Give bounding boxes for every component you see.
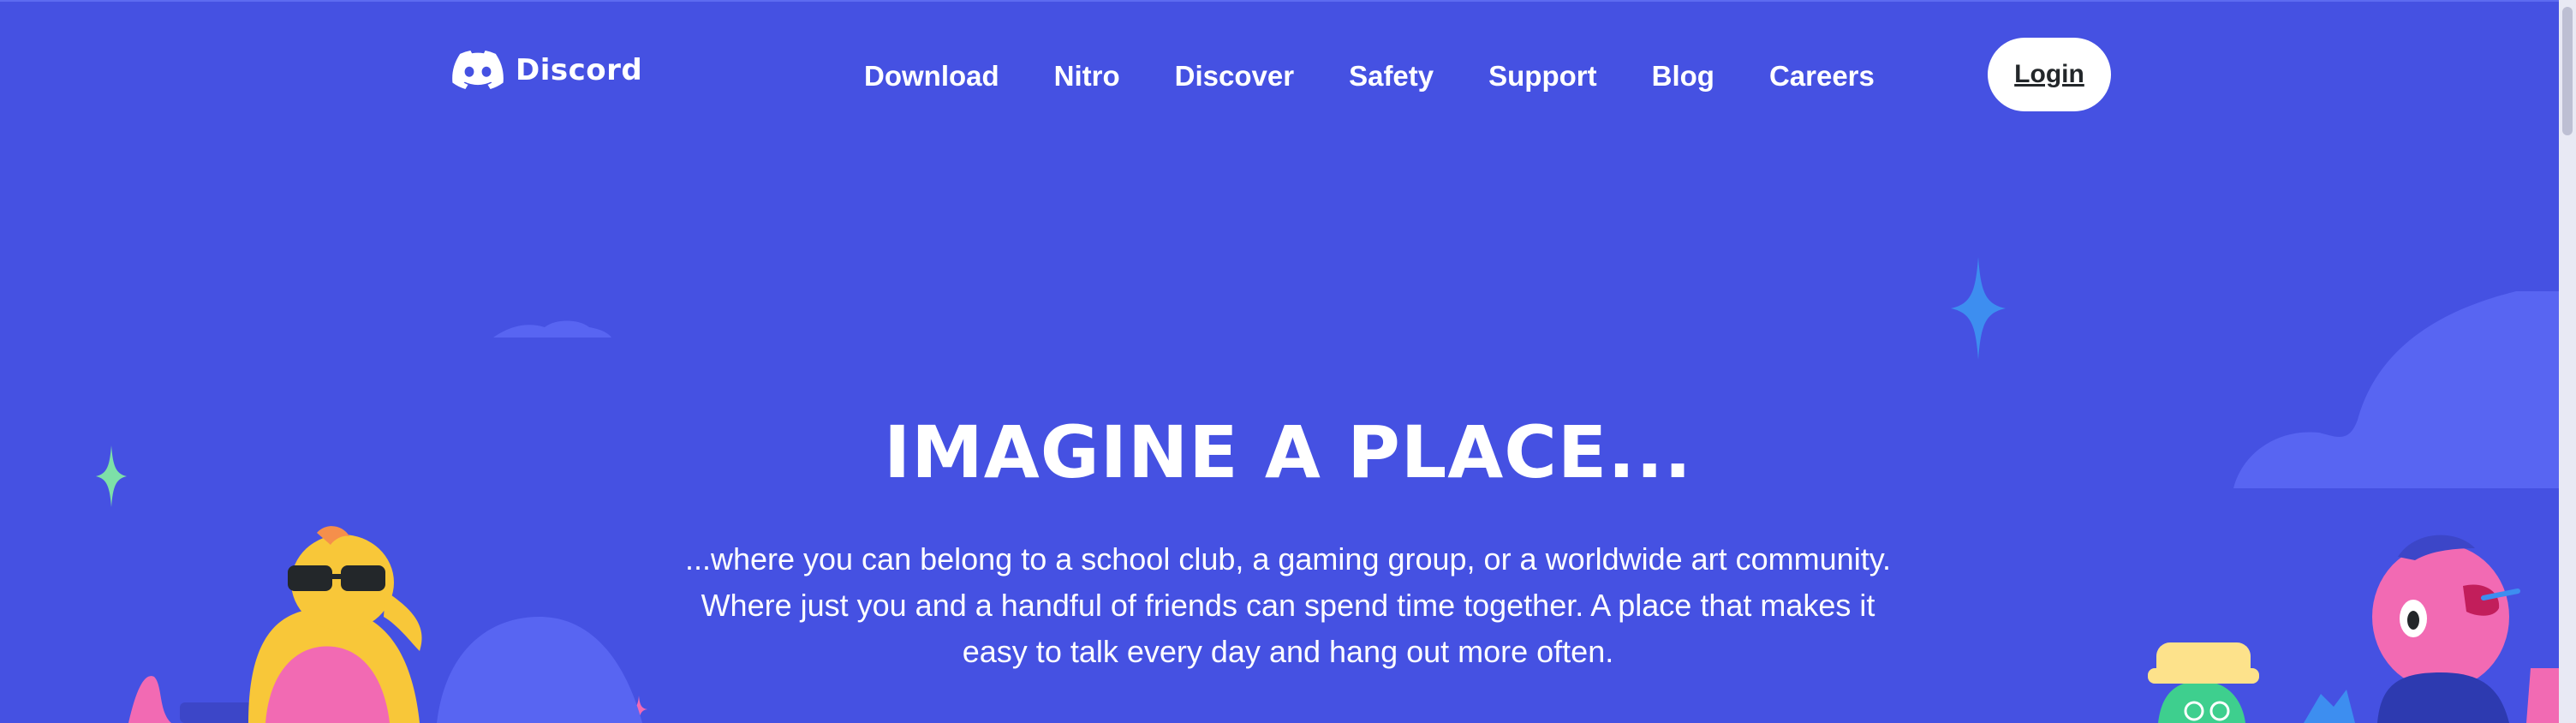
hero-description: ...where you can belong to a school club… <box>651 536 1925 675</box>
nav-link-support[interactable]: Support <box>1488 55 1596 98</box>
discord-logo-icon <box>452 51 504 89</box>
hero-description-line-3: easy to talk every day and hang out more… <box>962 634 1614 669</box>
page-scrollbar[interactable] <box>2559 0 2576 723</box>
main-nav: Download Nitro Discover Safety Support B… <box>864 55 1875 98</box>
nav-link-safety[interactable]: Safety <box>1349 55 1434 98</box>
nav-link-careers[interactable]: Careers <box>1769 55 1875 98</box>
hero-description-line-1: ...where you can belong to a school club… <box>684 541 1892 577</box>
brand-name: Discord <box>516 53 643 87</box>
blue-sparkle-icon <box>1951 257 2006 360</box>
window-top-edge <box>0 0 2576 2</box>
nav-link-download[interactable]: Download <box>864 55 999 98</box>
login-button[interactable]: Login <box>1988 38 2111 111</box>
hero-title: IMAGINE A PLACE... <box>883 410 1693 494</box>
right-characters-illustration <box>2148 535 2566 723</box>
nav-link-blog[interactable]: Blog <box>1652 55 1714 98</box>
small-cloud-decoration <box>493 320 611 338</box>
nav-link-discover[interactable]: Discover <box>1175 55 1294 98</box>
discord-logo[interactable]: Discord <box>452 50 642 91</box>
nav-link-nitro[interactable]: Nitro <box>1054 55 1120 98</box>
left-character-illustration <box>128 526 642 723</box>
hero-description-line-2: Where just you and a handful of friends … <box>701 588 1875 623</box>
scrollbar-thumb[interactable] <box>2562 7 2573 135</box>
